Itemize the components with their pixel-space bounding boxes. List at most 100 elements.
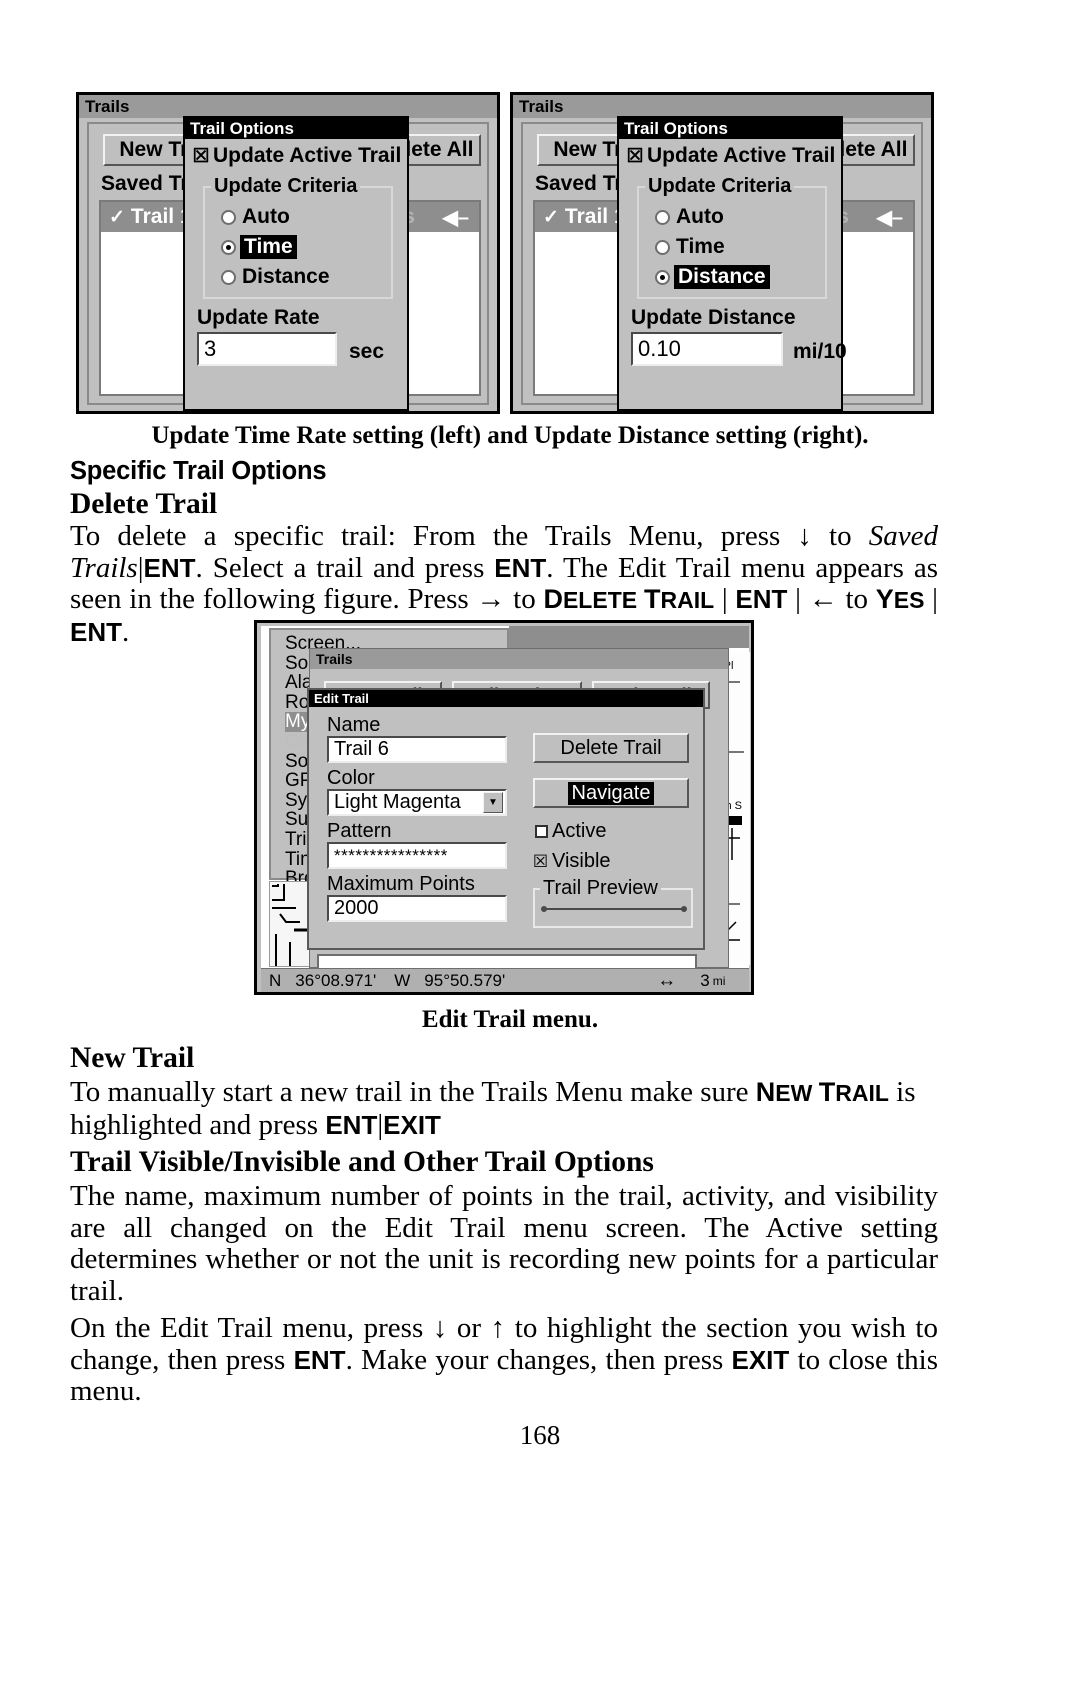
update-active-trail-checkbox[interactable]: ☒ Update Active Trail [192,144,402,168]
kbd-ent: ENT [735,584,788,614]
radio-label-distance: Distance [674,265,770,289]
active-checkbox[interactable]: Active [535,820,606,843]
kbd-ent: ENT [293,1344,346,1375]
status-bar: N 36°08.971' W 95°50.579' ↔ 3 mi [261,968,749,992]
trails-window-title: Trails [316,651,353,667]
scale-units: mi [712,973,726,988]
name-label: Name [327,714,381,736]
trail-preview-group: Trail Preview [533,877,693,928]
radio-icon [655,209,670,225]
radio-icon [655,269,670,285]
update-distance-units: mi/10 [793,340,847,363]
radio-label-time: Time [676,235,725,258]
radio-label-auto: Auto [242,205,290,228]
figure-edit-trail-screen: Screen... So Ala Ro My Ca So GP Sy Su Tr… [254,620,754,995]
scale-value: 3 [700,970,710,990]
figure-caption-top: Update Time Rate setting (left) and Upda… [151,422,869,449]
visible-checkbox[interactable]: ☒ Visible [533,850,611,873]
update-active-trail-label: Update Active Trail [213,144,402,167]
trail-options-dialog-title: Trail Options [190,118,294,138]
update-criteria-group: Update Criteria Auto Time Distance [203,175,393,299]
pattern-label: Pattern [327,820,392,842]
trails-window-titlebar: Trails [513,95,931,118]
kbd-ent: ENT [143,552,196,583]
radio-label-distance: Distance [242,265,330,288]
page-number: 168 [519,1420,561,1450]
edit-trail-dialog: Edit Trail Name Trail 6 Color Light Mage… [307,688,705,950]
color-select[interactable]: Light Magenta ▼ [327,789,507,816]
pattern-input[interactable]: **************** [327,842,507,869]
trail-preview-label: Trail Preview [540,877,661,900]
trail-checkmark-icon: ✓ [543,206,559,228]
navigate-button-label: Navigate [567,781,655,805]
maximum-points-value: 2000 [334,897,379,919]
update-distance-input[interactable]: 0.10 [631,332,783,366]
delete-trail-button[interactable]: Delete Trail [533,733,689,763]
kbd-exit: EXIT [383,1109,441,1140]
trail-arrow-icon: ◀– [876,206,903,229]
update-rate-units: sec [349,340,385,363]
figure-update-time-rate-screen: Trails New Trail Trail Options Delete Al… [76,92,500,414]
radio-label-time: Time [240,235,297,259]
latitude-value: 36°08.971' [295,970,377,990]
name-input[interactable]: Trail 6 [327,736,507,763]
trail-options-dialog: Trail Options ☒ Update Active Trail Upda… [617,116,847,411]
update-criteria-group-label: Update Criteria [645,175,795,198]
longitude-value: 95°50.579' [424,970,506,990]
update-active-trail-checkbox[interactable]: ☒ Update Active Trail [626,144,836,168]
kbd-ent: ENT [70,616,122,647]
name-value: Trail 6 [334,738,389,760]
kbd-exit: EXIT [731,1344,790,1375]
map-header-strip [509,626,749,648]
trail-options-dialog-titlebar: Trail Options [185,118,407,139]
lat-hemisphere: N [269,970,282,990]
radio-option-auto[interactable]: Auto [655,205,724,229]
checkbox-icon: ☒ [192,145,210,167]
update-rate-input[interactable]: 3 [197,332,337,366]
radio-option-distance[interactable]: Distance [221,265,330,289]
radio-icon [221,209,236,225]
trail-preview-line-icon [541,906,687,912]
paragraph-trail-visible-1: The name, maximum number of points in th… [70,1180,938,1307]
paragraph-trail-visible-2: On the Edit Trail menu, press ↓ or ↑ to … [70,1312,938,1407]
navigate-button[interactable]: Navigate [533,778,689,808]
trails-window-titlebar: Trails [79,95,497,118]
color-value: Light Magenta [334,791,461,813]
heading-delete-trail: Delete Trail [70,488,218,520]
delete-trail-button-label: Delete Trail [560,736,662,759]
paragraph-new-trail: To manually start a new trail in the Tra… [70,1076,916,1141]
update-distance-value: 0.10 [638,336,681,361]
cursor-arrows-icon: ↔ [657,969,677,991]
smallcaps-new-trail: NEW TRAIL [755,1077,889,1107]
edit-trail-dialog-titlebar: Edit Trail [309,690,703,707]
radio-icon [221,269,236,285]
kbd-ent: ENT [494,552,547,583]
radio-icon [221,239,236,255]
heading-specific-trail-options: Specific Trail Options [70,457,327,485]
heading-trail-visible-invisible: Trail Visible/Invisible and Other Trail … [70,1146,654,1178]
smallcaps-yes: YES [875,584,925,614]
maximum-points-label: Maximum Points [327,873,475,895]
radio-option-auto[interactable]: Auto [221,205,290,229]
radio-icon [655,239,670,255]
trail-options-dialog-title: Trail Options [624,118,728,138]
trail-options-dialog: Trail Options ☒ Update Active Trail Upda… [183,116,409,411]
update-rate-label: Update Rate [197,306,320,329]
radio-label-auto: Auto [676,205,724,228]
color-label: Color [327,767,375,789]
trail-options-dialog-titlebar: Trail Options [619,118,841,139]
radio-option-distance[interactable]: Distance [655,265,770,289]
update-active-trail-label: Update Active Trail [647,144,836,167]
trails-window-titlebar: Trails [310,649,728,669]
chevron-down-icon[interactable]: ▼ [483,792,503,813]
kbd-ent: ENT [325,1109,378,1140]
trail-checkmark-icon: ✓ [109,206,125,228]
trails-window-title: Trails [85,96,130,116]
radio-option-time[interactable]: Time [655,235,725,259]
radio-option-time[interactable]: Time [221,235,297,259]
manual-page: Trails New Trail Trail Options Delete Al… [0,0,1080,1682]
update-criteria-group: Update Criteria Auto Time Distance [637,175,827,299]
maximum-points-input[interactable]: 2000 [327,895,507,922]
update-distance-label: Update Distance [631,306,796,329]
checkbox-icon: ☒ [626,145,644,167]
